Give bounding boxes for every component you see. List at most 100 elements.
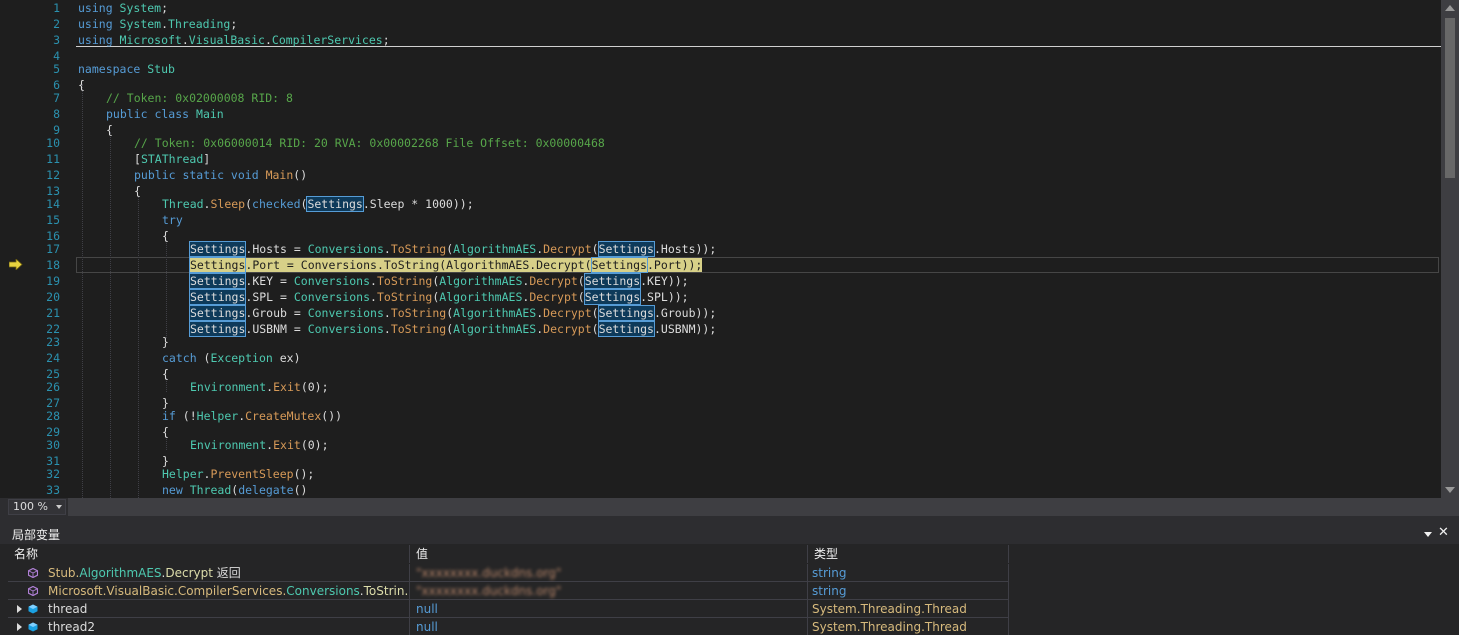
code-token: (	[591, 322, 599, 336]
code-token: .	[383, 306, 391, 320]
locals-type: System.Threading.Thread	[812, 620, 967, 634]
locals-name-part: AlgorithmAES	[79, 566, 162, 580]
code-line[interactable]: }	[162, 334, 169, 350]
locals-row[interactable]: Stub.AlgorithmAES.Decrypt 返回 "xxxxxxxx.du…	[8, 564, 1009, 582]
column-header-type[interactable]: 类型	[808, 545, 1009, 563]
code-editor[interactable]: 1 2 3 4 5 6 7 8 9 10 11 12 13 14 15 16 17 18 19 20 21 22 23 24 2…	[0, 0, 1459, 498]
locals-value-cell[interactable]: null	[410, 600, 808, 618]
code-line[interactable]: Helper.PreventSleep();	[162, 466, 314, 482]
column-header-name[interactable]: 名称	[8, 545, 410, 563]
code-line[interactable]: Environment.Exit(0);	[190, 379, 329, 395]
locals-value-cell[interactable]: "xxxxxxxx.duckdns.org"	[410, 582, 808, 600]
locals-name-part: ToStrin...	[363, 584, 409, 598]
line-number: 5	[53, 62, 60, 76]
locals-header: 名称 值 类型	[8, 545, 1009, 563]
code-line[interactable]: Environment.Exit(0);	[190, 437, 329, 453]
code-line[interactable]: namespace Stub	[78, 61, 175, 77]
code-line[interactable]: Settings.Port = Conversions.ToString(Alg…	[188, 257, 703, 273]
code-token: AlgorithmAES	[439, 290, 523, 304]
code-line[interactable]: // Token: 0x02000008 RID: 8	[106, 90, 293, 106]
code-token: CreateMutex	[245, 409, 322, 423]
line-number: 23	[46, 335, 60, 349]
panel-splitter[interactable]	[0, 516, 1459, 524]
code-line[interactable]: using System.Threading;	[78, 16, 237, 32]
highlighted-reference: Settings	[306, 196, 364, 212]
code-token: (	[245, 197, 253, 211]
code-line[interactable]: Settings.Groub = Conversions.ToString(Al…	[188, 305, 716, 321]
line-number: 1	[53, 1, 60, 15]
code-token: Conversions	[307, 322, 384, 336]
code-line[interactable]: public static void Main()	[134, 167, 307, 183]
code-line[interactable]: {	[162, 424, 169, 440]
code-token: ToString	[376, 290, 433, 304]
code-area[interactable]: using System; using System.Threading; usin…	[78, 0, 1440, 498]
code-line[interactable]: {	[134, 183, 141, 199]
code-token: Environment	[190, 438, 267, 452]
code-line[interactable]: using Microsoft.VisualBasic.CompilerServ…	[78, 32, 390, 48]
locals-title: 局部变量	[12, 528, 61, 542]
code-token: (	[591, 242, 599, 256]
code-token: if	[162, 409, 183, 423]
locals-type-cell: string	[808, 564, 1009, 582]
code-token: .USBNM =	[245, 322, 308, 336]
line-number: 10	[46, 136, 60, 150]
window-menu-icon[interactable]	[1424, 532, 1432, 537]
code-line[interactable]: if (!Helper.CreateMutex())	[162, 408, 342, 424]
locals-row[interactable]: thread null System.Threading.Thread	[8, 600, 1009, 618]
code-token: using	[78, 17, 120, 31]
code-line[interactable]: Settings.USBNM = Conversions.ToString(Al…	[188, 321, 716, 337]
code-line[interactable]: {	[106, 122, 113, 138]
code-line[interactable]: public class Main	[106, 106, 224, 122]
code-line[interactable]: Settings.SPL = Conversions.ToString(Algo…	[188, 289, 689, 305]
code-line[interactable]: new Thread(delegate()	[162, 482, 307, 498]
code-token: }	[162, 335, 169, 349]
code-line[interactable]: {	[78, 77, 85, 93]
code-token: .	[370, 290, 377, 304]
code-token: ()	[293, 483, 308, 497]
code-token: // Token: 0x02000008 RID: 8	[106, 91, 293, 105]
code-token: try	[162, 213, 183, 227]
code-line[interactable]: Settings.Hosts = Conversions.ToString(Al…	[188, 241, 716, 257]
locals-type: string	[812, 566, 847, 580]
horizontal-scrollbar[interactable]	[68, 498, 1459, 516]
vertical-scrollbar[interactable]	[1441, 0, 1459, 498]
code-line[interactable]: // Token: 0x06000014 RID: 20 RVA: 0x0000…	[134, 135, 605, 151]
code-token: Microsoft	[119, 33, 182, 47]
locals-name-part: thread	[48, 602, 88, 616]
scrollbar-thumb[interactable]	[1445, 18, 1455, 178]
locals-value-cell[interactable]: "xxxxxxxx.duckdns.org"	[410, 564, 808, 582]
zoom-select[interactable]: 100 %	[8, 499, 66, 515]
code-token: public class	[106, 107, 197, 121]
code-token: Conversions	[293, 290, 371, 304]
code-token: Exit	[273, 380, 301, 394]
locals-row[interactable]: thread2 null System.Threading.Thread	[8, 618, 1009, 635]
column-header-value[interactable]: 值	[410, 545, 808, 563]
code-token: delegate	[238, 483, 294, 497]
code-line[interactable]: {	[162, 228, 169, 244]
close-icon[interactable]: ✕	[1438, 525, 1449, 540]
code-token: Thread	[162, 197, 204, 211]
line-number-gutter: 1 2 3 4 5 6 7 8 9 10 11 12 13 14 15 16 17 18 19 20 21 22 23 24 2…	[28, 0, 68, 498]
code-line[interactable]: using System;	[78, 0, 168, 16]
line-number: 3	[53, 33, 60, 47]
locals-row[interactable]: Microsoft.VisualBasic.CompilerServices.C…	[8, 582, 1009, 600]
code-token: .SPL));	[640, 290, 689, 304]
code-token: Main	[265, 168, 294, 182]
locals-value-cell[interactable]: null	[410, 618, 808, 635]
code-line[interactable]: {	[162, 366, 169, 382]
code-token: PreventSleep	[210, 467, 294, 481]
code-line[interactable]: Settings.KEY = Conversions.ToString(Algo…	[188, 273, 689, 289]
current-statement-arrow-icon	[9, 259, 23, 270]
code-line[interactable]: catch (Exception ex)	[162, 350, 301, 366]
scroll-down-icon[interactable]	[1445, 487, 1455, 493]
scroll-up-icon[interactable]	[1445, 5, 1455, 11]
code-token: CompilerServices	[271, 33, 383, 47]
line-number: 32	[46, 467, 60, 481]
code-line[interactable]: [STAThread]	[134, 151, 210, 167]
indicator-margin[interactable]	[0, 0, 28, 498]
code-token: Decrypt	[543, 306, 592, 320]
code-token: [	[134, 152, 141, 166]
code-line[interactable]: Thread.Sleep(checked(Settings.Sleep * 10…	[162, 196, 474, 212]
code-token: {	[134, 184, 141, 198]
code-line[interactable]: try	[162, 212, 183, 228]
